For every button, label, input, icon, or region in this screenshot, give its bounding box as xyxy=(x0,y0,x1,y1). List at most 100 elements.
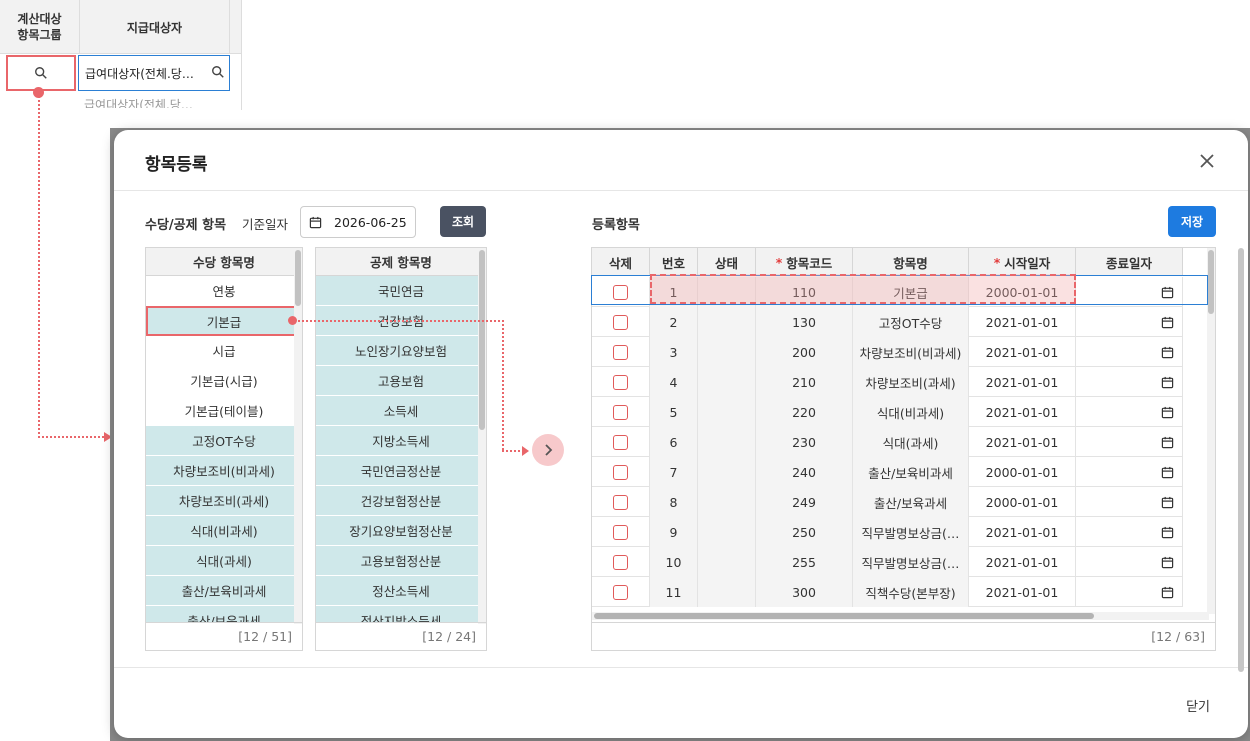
list-item[interactable]: 시급 xyxy=(146,336,302,366)
scrollbar-thumb[interactable] xyxy=(295,250,301,306)
delete-cell[interactable] xyxy=(592,577,650,607)
start-date[interactable]: 2021-01-01 xyxy=(969,397,1076,427)
calc-target-group-search-cell[interactable] xyxy=(6,55,76,91)
table-row[interactable]: 7 240 출산/보육비과세 2000-01-01 xyxy=(592,457,1183,487)
column-header[interactable]: 번호 xyxy=(650,248,698,276)
scrollbar[interactable] xyxy=(478,248,486,624)
list-item[interactable]: 정산지방소득세 xyxy=(316,606,486,622)
list-item[interactable]: 출산/보육과세 xyxy=(146,606,302,622)
end-date[interactable] xyxy=(1076,577,1183,607)
end-date[interactable] xyxy=(1076,367,1183,397)
list-item[interactable]: 연봉 xyxy=(146,276,302,306)
calendar-icon[interactable] xyxy=(1161,436,1174,449)
table-row[interactable]: 9 250 직무발명보상금(… 2021-01-01 xyxy=(592,517,1183,547)
delete-cell[interactable] xyxy=(592,487,650,517)
search-icon[interactable] xyxy=(211,65,225,79)
start-date[interactable]: 2021-01-01 xyxy=(969,517,1076,547)
delete-checkbox[interactable] xyxy=(613,284,628,300)
end-date[interactable] xyxy=(1076,457,1183,487)
table-row[interactable]: 2 130 고정OT수당 2021-01-01 xyxy=(592,307,1183,337)
table-row[interactable]: 11 300 직책수당(본부장) 2021-01-01 xyxy=(592,577,1183,607)
scrollbar[interactable] xyxy=(1207,248,1215,614)
list-item[interactable]: 장기요양보험정산분 xyxy=(316,516,486,546)
list-item[interactable]: 출산/보육비과세 xyxy=(146,576,302,606)
horizontal-scrollbar[interactable] xyxy=(592,612,1209,620)
delete-checkbox[interactable] xyxy=(613,494,628,510)
delete-checkbox[interactable] xyxy=(613,584,628,600)
calendar-icon[interactable] xyxy=(1161,556,1174,569)
start-date[interactable]: 2021-01-01 xyxy=(969,577,1076,607)
list-item[interactable]: 국민연금 xyxy=(316,276,486,306)
save-button[interactable]: 저장 xyxy=(1168,206,1216,237)
list-item[interactable]: 고용보험정산분 xyxy=(316,546,486,576)
delete-checkbox[interactable] xyxy=(613,554,628,570)
end-date[interactable] xyxy=(1076,427,1183,457)
column-header[interactable]: 종료일자 xyxy=(1076,248,1183,276)
table-row[interactable]: 4 210 차량보조비(과세) 2021-01-01 xyxy=(592,367,1183,397)
calendar-icon[interactable] xyxy=(1161,526,1174,539)
delete-cell[interactable] xyxy=(592,397,650,427)
calendar-icon[interactable] xyxy=(1161,316,1174,329)
table-row[interactable]: 6 230 식대(과세) 2021-01-01 xyxy=(592,427,1183,457)
end-date[interactable] xyxy=(1076,277,1183,307)
delete-checkbox[interactable] xyxy=(613,464,628,480)
delete-checkbox[interactable] xyxy=(613,344,628,360)
delete-cell[interactable] xyxy=(592,337,650,367)
query-button[interactable]: 조회 xyxy=(440,206,486,237)
delete-cell[interactable] xyxy=(592,517,650,547)
list-item[interactable]: 노인장기요양보험 xyxy=(316,336,486,366)
end-date[interactable] xyxy=(1076,487,1183,517)
start-date[interactable]: 2000-01-01 xyxy=(969,457,1076,487)
delete-checkbox[interactable] xyxy=(613,434,628,450)
scrollbar-thumb[interactable] xyxy=(1208,250,1214,314)
end-date[interactable] xyxy=(1076,307,1183,337)
column-header[interactable]: 상태 xyxy=(698,248,756,276)
delete-checkbox[interactable] xyxy=(613,314,628,330)
delete-checkbox[interactable] xyxy=(613,524,628,540)
list-item[interactable]: 기본급 xyxy=(146,306,302,336)
column-header[interactable]: 항목명 xyxy=(853,248,969,276)
list-item[interactable]: 국민연금정산분 xyxy=(316,456,486,486)
scrollbar-thumb[interactable] xyxy=(594,613,1094,619)
list-item[interactable]: 건강보험정산분 xyxy=(316,486,486,516)
delete-cell[interactable] xyxy=(592,427,650,457)
list-item[interactable]: 기본급(시급) xyxy=(146,366,302,396)
table-row[interactable]: 5 220 식대(비과세) 2021-01-01 xyxy=(592,397,1183,427)
start-date[interactable]: 2000-01-01 xyxy=(969,487,1076,517)
start-date[interactable]: 2000-01-01 xyxy=(969,277,1076,307)
scrollbar-thumb[interactable] xyxy=(1238,248,1244,672)
start-date[interactable]: 2021-01-01 xyxy=(969,307,1076,337)
start-date[interactable]: 2021-01-01 xyxy=(969,337,1076,367)
column-header[interactable]: 삭제 xyxy=(592,248,650,276)
calendar-icon[interactable] xyxy=(1161,286,1174,299)
delete-cell[interactable] xyxy=(592,457,650,487)
calendar-icon[interactable] xyxy=(309,216,322,229)
list-item[interactable]: 차량보조비(비과세) xyxy=(146,456,302,486)
column-header[interactable]: * 시작일자 xyxy=(969,248,1076,276)
calendar-icon[interactable] xyxy=(1161,586,1174,599)
scrollbar[interactable] xyxy=(294,248,302,624)
delete-checkbox[interactable] xyxy=(613,404,628,420)
column-header[interactable]: * 항목코드 xyxy=(756,248,853,276)
list-item[interactable]: 정산소득세 xyxy=(316,576,486,606)
list-item[interactable]: 고용보험 xyxy=(316,366,486,396)
base-date-input[interactable]: 2026-06-25 xyxy=(300,206,416,238)
start-date[interactable]: 2021-01-01 xyxy=(969,367,1076,397)
calendar-icon[interactable] xyxy=(1161,346,1174,359)
table-row[interactable]: 10 255 직무발명보상금(… 2021-01-01 xyxy=(592,547,1183,577)
pay-target-cell[interactable]: 급여대상자(전체.당… xyxy=(78,55,230,91)
delete-cell[interactable] xyxy=(592,367,650,397)
table-row[interactable]: 8 249 출산/보육과세 2000-01-01 xyxy=(592,487,1183,517)
scrollbar-thumb[interactable] xyxy=(479,250,485,430)
close-button[interactable]: 닫기 xyxy=(1186,696,1210,715)
calendar-icon[interactable] xyxy=(1161,376,1174,389)
table-row[interactable]: 3 200 차량보조비(비과세) 2021-01-01 xyxy=(592,337,1183,367)
close-icon[interactable] xyxy=(1196,150,1218,172)
calendar-icon[interactable] xyxy=(1161,466,1174,479)
delete-cell[interactable] xyxy=(592,547,650,577)
list-item[interactable]: 고정OT수당 xyxy=(146,426,302,456)
list-item[interactable]: 식대(비과세) xyxy=(146,516,302,546)
modal-scrollbar[interactable] xyxy=(1238,248,1244,672)
move-right-button[interactable] xyxy=(532,434,564,466)
delete-checkbox[interactable] xyxy=(613,374,628,390)
